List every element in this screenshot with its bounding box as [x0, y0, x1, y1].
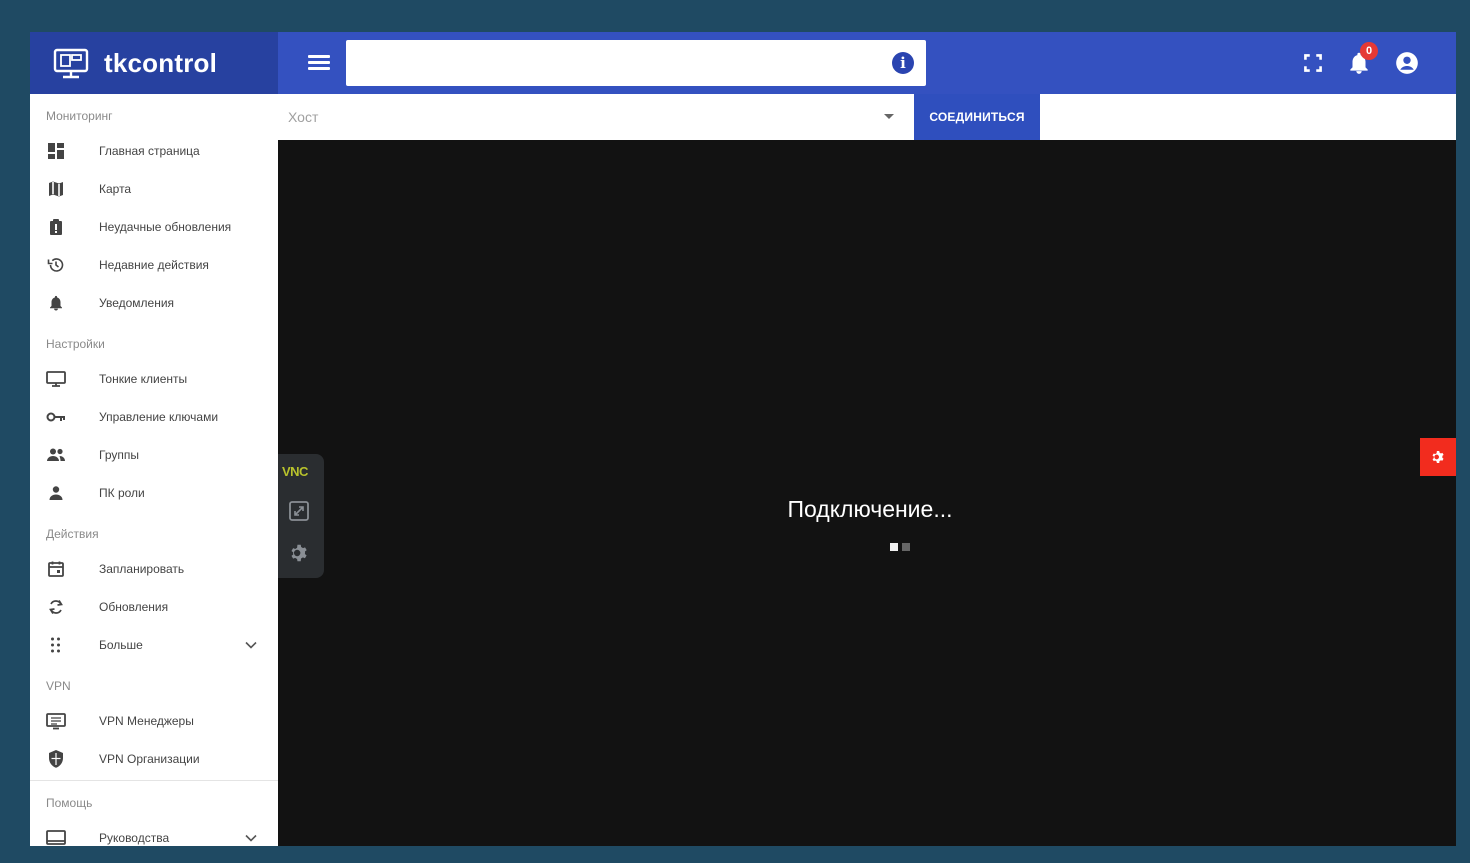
gear-icon [1432, 451, 1444, 463]
brand[interactable]: tkcontrol [30, 32, 278, 94]
vnc-settings-gear-icon[interactable] [288, 542, 310, 564]
sidebar-item-label: Недавние действия [99, 258, 209, 272]
sidebar-item-map[interactable]: Карта [30, 170, 278, 208]
remote-viewer[interactable]: VNC Подключение... [278, 140, 1456, 846]
monitor-logo-icon [52, 44, 90, 82]
sidebar-item-groups[interactable]: Группы [30, 436, 278, 474]
connect-button[interactable]: Соединиться [914, 94, 1040, 140]
sidebar-item-label: Руководства [99, 831, 170, 845]
chevron-down-icon[interactable] [244, 831, 258, 845]
connection-status: Подключение... [787, 496, 953, 522]
sidebar-item-label: Карта [99, 182, 132, 196]
sidebar-item-pc-roles[interactable]: ПК роли [30, 474, 278, 512]
sidebar-item-label: Уведомления [99, 296, 175, 310]
sidebar-item-vpn-organizations[interactable]: VPN Организации [30, 740, 278, 778]
calendar-icon [46, 559, 66, 579]
info-icon[interactable]: i [892, 52, 914, 74]
sidebar-item-notifications[interactable]: Уведомления [30, 284, 278, 322]
search-box[interactable]: i [346, 40, 926, 86]
sidebar-item-label: Главная страница [99, 144, 200, 158]
fullscreen-icon[interactable] [1300, 50, 1326, 76]
sidebar-item-label: Запланировать [99, 562, 185, 576]
host-bar: Хост Соединиться [278, 94, 1456, 141]
shield-icon [46, 749, 66, 769]
group-icon [46, 445, 66, 465]
sidebar-item-label: Управление ключами [99, 410, 219, 424]
brand-name: tkcontrol [104, 47, 218, 78]
host-select[interactable]: Хост [288, 104, 898, 130]
book-icon [46, 828, 66, 846]
sidebar-item-label: VPN Менеджеры [99, 714, 194, 728]
sidebar-item-updates[interactable]: Обновления [30, 588, 278, 626]
sidebar-item-failed-updates[interactable]: Неудачные обновления [30, 208, 278, 246]
vnc-logo: VNC [282, 464, 308, 479]
clipboard-icon [46, 217, 66, 237]
notification-badge: 0 [1360, 42, 1378, 60]
sidebar-section-vpn: VPN [46, 679, 71, 693]
host-placeholder: Хост [288, 109, 319, 125]
loading-indicator [890, 538, 914, 551]
sidebar-item-label: Группы [99, 448, 139, 462]
person-icon [46, 483, 66, 503]
dropdown-caret-icon [884, 114, 894, 119]
sidebar-item-label: Обновления [99, 600, 169, 614]
sidebar-section-settings: Настройки [46, 337, 105, 351]
search-input[interactable] [346, 40, 882, 86]
sidebar-item-label: Неудачные обновления [99, 220, 232, 234]
menu-icon[interactable] [308, 52, 330, 74]
sidebar-section-monitoring: Мониторинг [46, 109, 113, 123]
dashboard-icon [46, 141, 66, 161]
sync-icon [46, 597, 66, 617]
sidebar: Мониторинг Главная страница Карта Неудач… [30, 94, 279, 846]
sidebar-item-home[interactable]: Главная страница [30, 132, 278, 170]
monitor-icon [46, 369, 66, 389]
sidebar-item-label: ПК роли [99, 486, 145, 500]
vpn-manager-icon [46, 711, 66, 731]
chevron-down-icon[interactable] [244, 638, 258, 652]
sidebar-item-vpn-managers[interactable]: VPN Менеджеры [30, 702, 278, 740]
settings-button[interactable] [1420, 438, 1456, 476]
sidebar-section-actions: Действия [46, 527, 99, 541]
bell-icon [46, 293, 66, 313]
sidebar-item-label: Больше [99, 638, 143, 652]
account-icon[interactable] [1394, 50, 1420, 76]
sidebar-item-recent-actions[interactable]: Недавние действия [30, 246, 278, 284]
sidebar-section-help: Помощь [46, 796, 93, 810]
map-icon [46, 179, 66, 199]
top-app-bar: i 0 [278, 32, 1456, 94]
sidebar-item-schedule[interactable]: Запланировать [30, 550, 278, 588]
sidebar-item-more[interactable]: Больше [30, 626, 278, 664]
sidebar-item-label: VPN Организации [99, 752, 200, 766]
apps-icon [46, 635, 66, 655]
key-icon [46, 407, 66, 427]
sidebar-item-label: Тонкие клиенты [99, 372, 188, 386]
sidebar-item-key-management[interactable]: Управление ключами [30, 398, 278, 436]
sidebar-item-guides[interactable]: Руководства [30, 819, 278, 846]
app-window: tkcontrol i 0 Мониторинг Главная страниц… [30, 32, 1456, 846]
sidebar-item-thin-clients[interactable]: Тонкие клиенты [30, 360, 278, 398]
history-icon [46, 255, 66, 275]
